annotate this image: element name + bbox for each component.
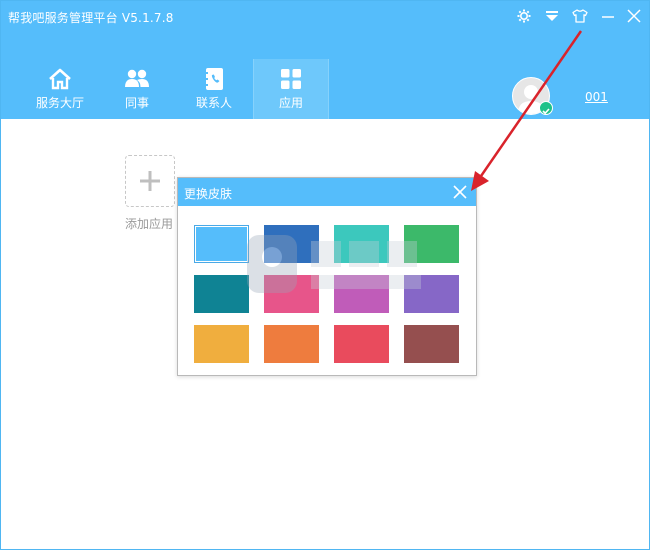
colleagues-icon (124, 67, 150, 91)
dialog-title: 更换皮肤 (184, 187, 233, 201)
tab-service-hall[interactable]: 服务大厅 (25, 59, 95, 119)
close-icon[interactable] (623, 5, 645, 27)
skin-swatch[interactable] (334, 275, 389, 313)
skin-swatch[interactable] (264, 275, 319, 313)
tab-label: 联系人 (195, 96, 232, 110)
tab-label: 同事 (124, 96, 149, 110)
skin-swatch[interactable] (194, 325, 249, 363)
settings-icon[interactable] (513, 5, 535, 27)
minimize-icon[interactable] (597, 5, 619, 27)
skin-dialog: 更换皮肤 (177, 177, 477, 376)
tab-label: 服务大厅 (35, 96, 84, 110)
dialog-close-icon[interactable] (452, 184, 468, 200)
contacts-icon (203, 67, 225, 91)
skin-swatch[interactable] (194, 275, 249, 313)
dialog-header: 更换皮肤 (178, 178, 476, 206)
skin-swatch[interactable] (194, 225, 249, 263)
header-bar: 帮我吧服务管理平台 V5.1.7.8 服务大厅 同事 联系人 应用 001 (1, 1, 649, 119)
skin-swatch[interactable] (264, 325, 319, 363)
online-status-icon (539, 101, 553, 115)
skin-swatch[interactable] (404, 225, 459, 263)
app-window: 帮我吧服务管理平台 V5.1.7.8 服务大厅 同事 联系人 应用 001 添加… (0, 0, 650, 550)
app-title: 帮我吧服务管理平台 V5.1.7.8 (8, 11, 174, 25)
skin-swatch[interactable] (404, 325, 459, 363)
tab-label: 应用 (278, 96, 303, 110)
skin-swatch[interactable] (264, 225, 319, 263)
tab-colleagues[interactable]: 同事 (102, 59, 172, 119)
skin-swatch[interactable] (334, 225, 389, 263)
dropdown-icon[interactable] (541, 5, 563, 27)
add-app-label: 添加应用 (125, 217, 174, 231)
tab-apps[interactable]: 应用 (253, 59, 329, 119)
skin-swatch[interactable] (334, 325, 389, 363)
skin-swatch[interactable] (404, 275, 459, 313)
skin-icon[interactable] (569, 5, 591, 27)
apps-icon (280, 67, 302, 91)
tab-contacts[interactable]: 联系人 (179, 59, 249, 119)
add-app-button[interactable] (125, 155, 175, 207)
home-icon (48, 67, 72, 91)
plus-icon (140, 171, 160, 191)
user-name-link[interactable]: 001 (585, 90, 608, 104)
